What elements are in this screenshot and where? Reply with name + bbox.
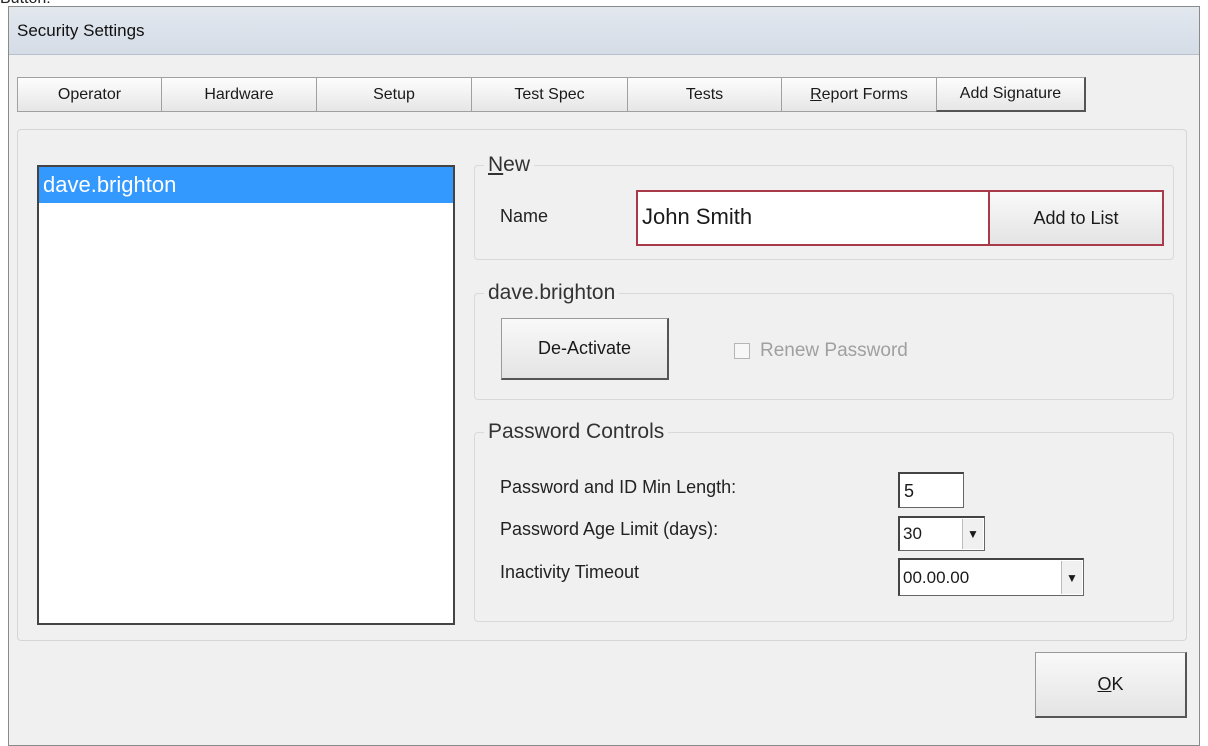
tab-bar: Operator Hardware Setup Test Spec Tests … bbox=[17, 77, 1086, 112]
chevron-down-icon[interactable]: ▼ bbox=[1061, 561, 1082, 594]
tab-test-spec[interactable]: Test Spec bbox=[471, 77, 627, 112]
window-title: Security Settings bbox=[17, 21, 145, 40]
add-to-list-button[interactable]: Add to List bbox=[988, 190, 1164, 246]
tab-report-forms-label: eport Forms bbox=[821, 85, 908, 103]
tab-hardware[interactable]: Hardware bbox=[161, 77, 316, 112]
new-group-mnemonic: N bbox=[488, 153, 504, 176]
tab-operator[interactable]: Operator bbox=[17, 77, 161, 112]
age-limit-label: Password Age Limit (days): bbox=[500, 519, 719, 539]
tab-setup[interactable]: Setup bbox=[316, 77, 471, 112]
inactivity-timeout-select[interactable]: 00.00.00 ▼ bbox=[898, 558, 1084, 596]
title-bar: Security Settings bbox=[9, 7, 1199, 55]
inactivity-label: Inactivity Timeout bbox=[500, 562, 640, 582]
tab-report-forms[interactable]: Report Forms bbox=[781, 77, 936, 112]
ok-mnemonic: O bbox=[1097, 674, 1112, 694]
name-label: Name bbox=[500, 206, 549, 226]
renew-password-checkbox-row[interactable]: Renew Password bbox=[734, 340, 908, 362]
selected-user-title: dave.brighton bbox=[484, 281, 620, 305]
user-listbox[interactable]: dave.brighton bbox=[37, 165, 455, 625]
age-limit-select[interactable]: 30 ▼ bbox=[898, 516, 985, 551]
inactivity-value: 00.00.00 bbox=[903, 567, 970, 587]
age-limit-value: 30 bbox=[903, 524, 922, 543]
min-length-input[interactable]: 5 bbox=[898, 472, 964, 508]
chevron-down-icon[interactable]: ▼ bbox=[962, 519, 983, 549]
renew-password-label: Renew Password bbox=[760, 340, 908, 361]
min-length-label: Password and ID Min Length: bbox=[500, 477, 737, 497]
deactivate-button[interactable]: De-Activate bbox=[501, 318, 669, 380]
list-item[interactable]: dave.brighton bbox=[39, 167, 453, 203]
tab-tests[interactable]: Tests bbox=[627, 77, 781, 112]
tab-add-signature[interactable]: Add Signature bbox=[936, 77, 1086, 112]
name-input[interactable]: John Smith bbox=[636, 190, 990, 246]
ok-label-rest: K bbox=[1111, 674, 1124, 694]
ok-button[interactable]: OK bbox=[1035, 652, 1187, 718]
new-group-title: New bbox=[484, 153, 535, 177]
password-controls-title: Password Controls bbox=[484, 420, 669, 444]
renew-password-checkbox[interactable] bbox=[734, 343, 750, 359]
tab-report-forms-mnemonic: R bbox=[810, 85, 822, 103]
new-group-title-rest: ew bbox=[503, 153, 531, 176]
